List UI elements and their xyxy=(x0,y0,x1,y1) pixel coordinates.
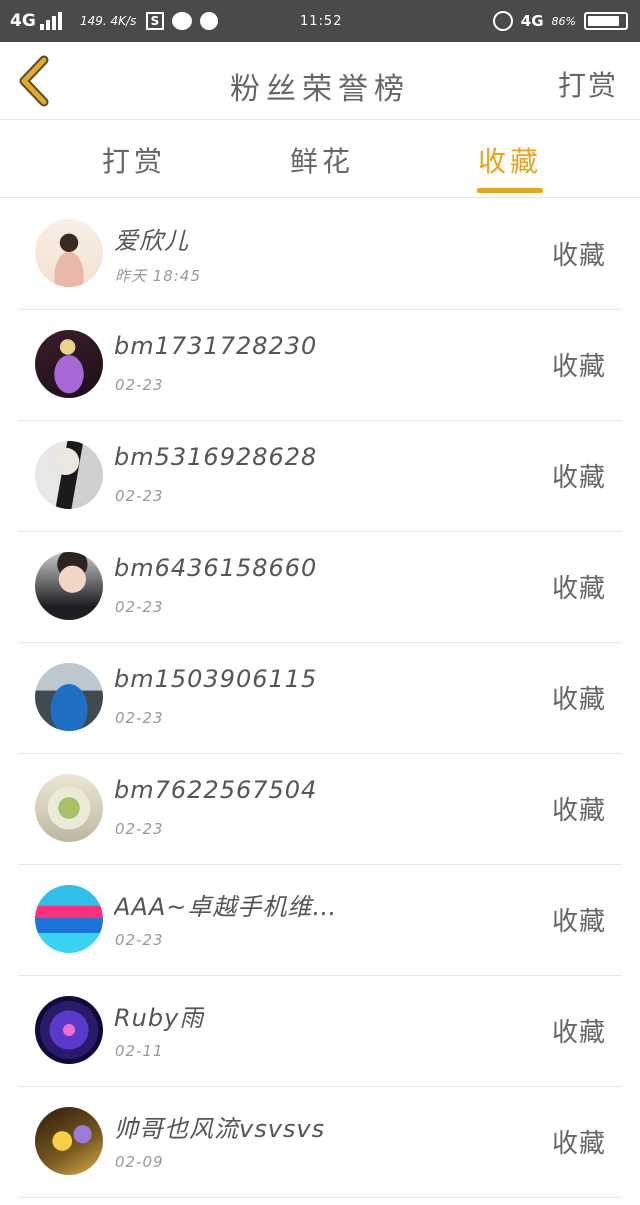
user-name: 帅哥也风流vsvsvs xyxy=(114,1115,326,1143)
action-label: 收藏 xyxy=(551,241,606,271)
user-date: 02-23 xyxy=(115,709,164,727)
fan-list: 爱欣儿 昨天 18:45 收藏 bm1731728230 02-23 收藏 bm… xyxy=(0,199,640,1198)
battery-percent: 86% xyxy=(551,14,576,28)
tab-reward[interactable]: 打赏 xyxy=(102,140,166,180)
user-name: bm1731728230 xyxy=(114,332,318,360)
tab-flowers[interactable]: 鲜花 xyxy=(290,140,354,180)
avatar[interactable] xyxy=(35,996,103,1064)
action-label: 收藏 xyxy=(551,685,606,715)
list-item[interactable]: bm1503906115 02-23 收藏 xyxy=(18,643,622,754)
tab-bar: 打赏 鲜花 收藏 xyxy=(0,120,640,198)
clock: 11:52 xyxy=(300,13,343,29)
notification-icons: S xyxy=(146,0,218,42)
status-right: 4G 86% xyxy=(492,0,628,42)
user-date: 02-23 xyxy=(115,487,164,505)
avatar[interactable] xyxy=(35,219,103,287)
action-label: 收藏 xyxy=(551,352,606,382)
list-item[interactable]: 爱欣儿 昨天 18:45 收藏 xyxy=(18,199,622,310)
user-name: bm1503906115 xyxy=(114,665,318,693)
active-tab-indicator xyxy=(477,188,543,193)
battery-icon xyxy=(584,12,628,30)
user-date: 02-11 xyxy=(115,1042,164,1060)
user-name: 爱欣儿 xyxy=(114,227,189,255)
list-item[interactable]: bm6436158660 02-23 收藏 xyxy=(18,532,622,643)
list-item[interactable]: bm7622567504 02-23 收藏 xyxy=(18,754,622,865)
network-type-right: 4G xyxy=(520,12,544,30)
action-label: 收藏 xyxy=(551,907,606,937)
list-item[interactable]: 帅哥也风流vsvsvs 02-09 收藏 xyxy=(18,1087,622,1198)
avatar[interactable] xyxy=(35,552,103,620)
user-name: bm5316928628 xyxy=(114,443,318,471)
avatar[interactable] xyxy=(35,330,103,398)
signal-icon xyxy=(39,12,62,30)
action-label: 收藏 xyxy=(551,1018,606,1048)
avatar[interactable] xyxy=(35,441,103,509)
signal-indicator: 4G xyxy=(10,0,62,42)
action-label: 收藏 xyxy=(551,574,606,604)
battery-fill xyxy=(588,16,619,26)
user-name: AAA~卓越手机维… xyxy=(114,893,338,921)
user-name: bm7622567504 xyxy=(114,776,318,804)
header: 粉丝荣誉榜 打赏 xyxy=(0,42,640,120)
s-app-icon: S xyxy=(146,12,164,30)
user-date: 02-09 xyxy=(115,1153,164,1171)
action-label: 收藏 xyxy=(551,796,606,826)
avatar[interactable] xyxy=(35,663,103,731)
action-label: 收藏 xyxy=(551,1129,606,1159)
action-label: 收藏 xyxy=(551,463,606,493)
user-name: bm6436158660 xyxy=(114,554,318,582)
avatar[interactable] xyxy=(35,1107,103,1175)
wechat-icon xyxy=(172,12,192,30)
user-date: 02-23 xyxy=(115,598,164,616)
alarm-icon xyxy=(492,11,513,31)
ball-app-icon xyxy=(200,12,218,30)
user-date: 02-23 xyxy=(115,376,164,394)
status-bar: 4G 149. 4K/s S 11:52 4G 86% xyxy=(0,0,640,42)
list-item[interactable]: Ruby雨 02-11 收藏 xyxy=(18,976,622,1087)
page-title: 粉丝荣誉榜 xyxy=(230,72,410,107)
user-date: 昨天 18:45 xyxy=(115,267,201,285)
avatar[interactable] xyxy=(35,774,103,842)
list-item[interactable]: bm5316928628 02-23 收藏 xyxy=(18,421,622,532)
user-name: Ruby雨 xyxy=(114,1004,205,1032)
reward-button[interactable]: 打赏 xyxy=(558,64,618,104)
user-date: 02-23 xyxy=(115,931,164,949)
list-item[interactable]: AAA~卓越手机维… 02-23 收藏 xyxy=(18,865,622,976)
list-item[interactable]: bm1731728230 02-23 收藏 xyxy=(18,310,622,421)
user-date: 02-23 xyxy=(115,820,164,838)
network-speed: 149. 4K/s xyxy=(80,14,137,28)
tab-favorites[interactable]: 收藏 xyxy=(478,140,542,180)
avatar[interactable] xyxy=(35,885,103,953)
network-type: 4G xyxy=(10,11,36,31)
